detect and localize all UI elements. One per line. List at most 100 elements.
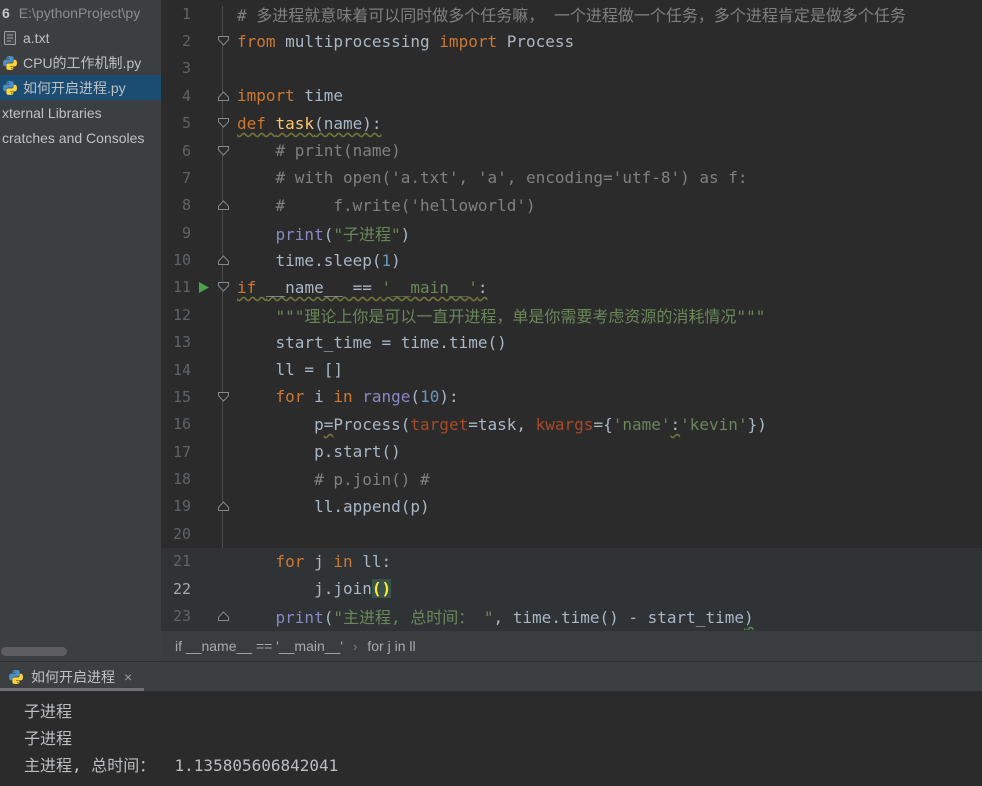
code-line[interactable]: 8 # f.write('helloworld') xyxy=(161,192,982,219)
fold-down-icon[interactable] xyxy=(215,145,231,157)
code-token: import xyxy=(237,86,295,106)
code-token: "子进程" xyxy=(333,224,401,244)
code-token: ll = [] xyxy=(237,360,343,380)
python-file-icon xyxy=(2,80,18,96)
code-line[interactable]: 16 p=Process(target=task, kwargs={'name'… xyxy=(161,411,982,438)
fold-up-icon[interactable] xyxy=(215,610,231,622)
breadcrumb-item-for-loop[interactable]: for j in ll xyxy=(367,638,415,654)
line-number[interactable]: 17 xyxy=(161,443,191,461)
code-token: from xyxy=(237,31,276,51)
line-number[interactable]: 14 xyxy=(161,361,191,379)
line-number[interactable]: 12 xyxy=(161,306,191,324)
code-line-text: # p.join() # xyxy=(231,470,430,489)
line-number[interactable]: 1 xyxy=(161,5,191,23)
line-number[interactable]: 4 xyxy=(161,87,191,105)
code-token: , time.time() - start_time xyxy=(493,607,744,627)
line-number[interactable]: 21 xyxy=(161,552,191,570)
code-line[interactable]: 9 print("子进程") xyxy=(161,219,982,246)
run-icon[interactable] xyxy=(191,281,215,294)
code-line[interactable]: 22 j.join() xyxy=(161,574,982,603)
code-token: () xyxy=(371,579,392,599)
code-line[interactable]: 12 """理论上你是可以一直开进程，单是你需要考虑资源的消耗情况""" xyxy=(161,301,982,328)
code-line-text: from multiprocessing import Process xyxy=(231,32,574,51)
code-token: Process( xyxy=(333,414,411,434)
code-line[interactable]: 11 if __name__ == '__main__': xyxy=(161,274,982,301)
code-token: 1 xyxy=(381,250,392,270)
code-token: ): xyxy=(439,387,459,407)
fold-down-icon[interactable] xyxy=(215,117,231,129)
line-number[interactable]: 19 xyxy=(161,497,191,515)
project-panel: 6 E:\pythonProject\py a.txt CPU的工作机制.py 如何… xyxy=(0,0,161,661)
line-number[interactable]: 7 xyxy=(161,169,191,187)
line-number[interactable]: 18 xyxy=(161,470,191,488)
code-line[interactable]: 21 for j in ll: xyxy=(161,547,982,575)
code-editor[interactable]: 1 # 多进程就意味着可以同时做多个任务嘛， 一个进程做一个任务，多个进程肯定是做… xyxy=(161,0,982,630)
code-token: (name): xyxy=(314,113,382,133)
code-token: ( xyxy=(323,224,334,244)
code-line-text: # print(name) xyxy=(231,141,401,160)
fold-down-icon[interactable] xyxy=(215,391,231,403)
code-token: time xyxy=(294,86,343,106)
line-number[interactable]: 22 xyxy=(161,580,191,598)
code-token: 10 xyxy=(420,387,440,407)
code-line[interactable]: 1 # 多进程就意味着可以同时做多个任务嘛， 一个进程做一个任务，多个进程肯定是做… xyxy=(161,0,982,27)
tree-item[interactable]: xternal Libraries xyxy=(0,100,161,125)
code-line[interactable]: 6 # print(name) xyxy=(161,137,982,164)
code-line-text: # f.write('helloworld') xyxy=(231,196,536,215)
tree-item[interactable]: a.txt xyxy=(0,25,161,50)
line-number[interactable]: 20 xyxy=(161,525,191,543)
code-token: = xyxy=(323,414,334,434)
code-line-text: print("主进程, 总时间： ", time.time() - start_… xyxy=(231,604,754,628)
fold-up-icon[interactable] xyxy=(215,90,231,102)
code-line[interactable]: 19 ll.append(p) xyxy=(161,493,982,520)
code-line[interactable]: 14 ll = [] xyxy=(161,356,982,383)
code-token: }) xyxy=(747,414,767,434)
tree-item[interactable]: CPU的工作机制.py xyxy=(0,50,161,75)
fold-down-icon[interactable] xyxy=(215,281,231,293)
line-number[interactable]: 16 xyxy=(161,415,191,433)
code-line-text: # 多进程就意味着可以同时做多个任务嘛， 一个进程做一个任务，多个进程肯定是做多… xyxy=(231,2,906,26)
line-number[interactable]: 10 xyxy=(161,251,191,269)
line-number[interactable]: 23 xyxy=(161,607,191,625)
code-token: j xyxy=(304,551,334,571)
line-number[interactable]: 9 xyxy=(161,224,191,242)
code-line[interactable]: 7 # with open('a.txt', 'a', encoding='ut… xyxy=(161,164,982,191)
project-horizontal-scrollbar[interactable] xyxy=(1,647,67,656)
code-line-text: import time xyxy=(231,86,343,105)
code-token: start_time = time.time() xyxy=(237,332,507,352)
code-line[interactable]: 5 def task(name): xyxy=(161,110,982,137)
code-line[interactable]: 4 import time xyxy=(161,82,982,109)
code-line[interactable]: 15 for i in range(10): xyxy=(161,383,982,410)
code-line-text: # with open('a.txt', 'a', encoding='utf-… xyxy=(231,168,748,187)
code-line[interactable]: 3 xyxy=(161,55,982,82)
code-token: print xyxy=(275,607,324,627)
run-tab[interactable]: 如何开启进程 × xyxy=(0,662,145,691)
code-line[interactable]: 18 # p.join() # xyxy=(161,465,982,492)
line-number[interactable]: 3 xyxy=(161,59,191,77)
line-number[interactable]: 15 xyxy=(161,388,191,406)
breadcrumb-item-if-main[interactable]: if __name__ == '__main__' xyxy=(175,638,343,654)
tree-item-root[interactable]: 6 E:\pythonProject\py xyxy=(0,0,161,25)
code-token: ) xyxy=(391,250,401,270)
line-number[interactable]: 13 xyxy=(161,333,191,351)
code-line-text: ll.append(p) xyxy=(231,497,430,516)
fold-down-icon[interactable] xyxy=(215,35,231,47)
code-line[interactable]: 23 print("主进程, 总时间： ", time.time() - sta… xyxy=(161,602,982,630)
code-line[interactable]: 13 start_time = time.time() xyxy=(161,329,982,356)
line-number[interactable]: 6 xyxy=(161,142,191,160)
line-number[interactable]: 8 xyxy=(161,196,191,214)
code-line[interactable]: 17 p.start() xyxy=(161,438,982,465)
line-number[interactable]: 5 xyxy=(161,114,191,132)
tree-item[interactable]: cratches and Consoles xyxy=(0,125,161,150)
fold-up-icon[interactable] xyxy=(215,254,231,266)
line-number[interactable]: 11 xyxy=(161,278,191,296)
close-icon[interactable]: × xyxy=(124,669,132,685)
chevron-right-icon: › xyxy=(353,638,358,654)
fold-up-icon[interactable] xyxy=(215,500,231,512)
code-line[interactable]: 10 time.sleep(1) xyxy=(161,246,982,273)
line-number[interactable]: 2 xyxy=(161,32,191,50)
fold-up-icon[interactable] xyxy=(215,199,231,211)
code-line[interactable]: 20 xyxy=(161,520,982,547)
tree-item[interactable]: 如何开启进程.py xyxy=(0,75,161,100)
code-line[interactable]: 2 from multiprocessing import Process xyxy=(161,27,982,54)
